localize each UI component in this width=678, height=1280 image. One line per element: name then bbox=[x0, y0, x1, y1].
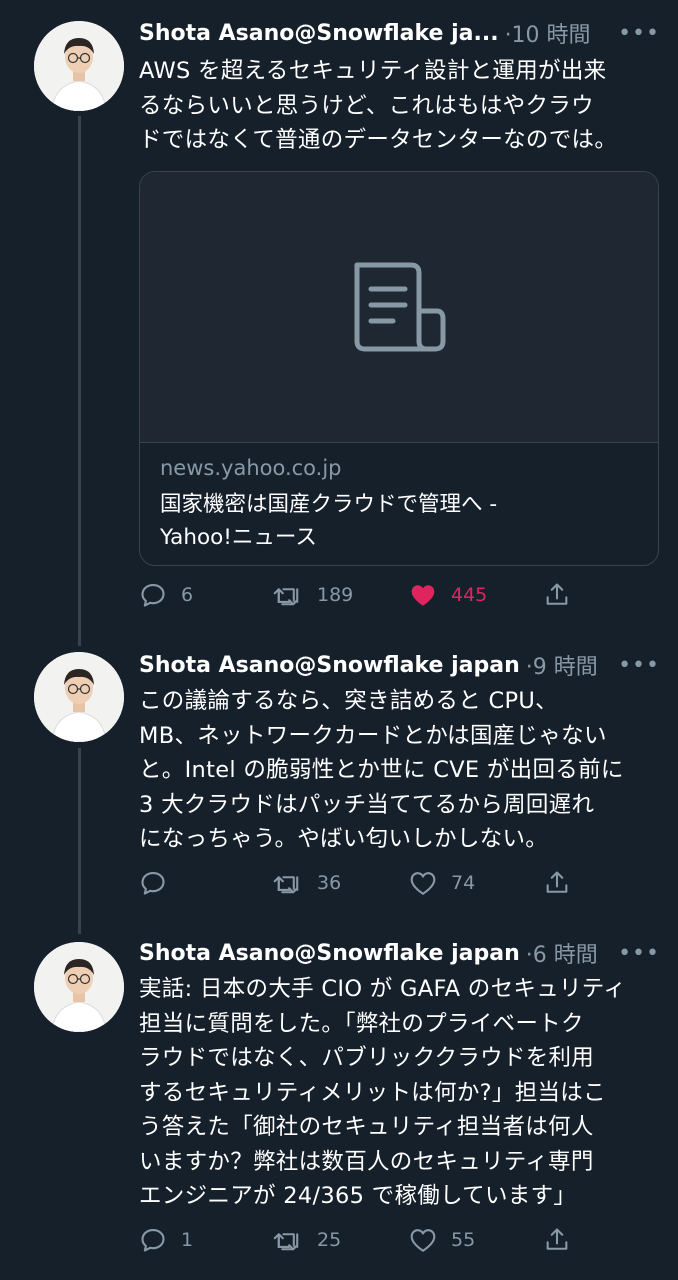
reply-count: 6 bbox=[181, 584, 194, 606]
share-icon bbox=[546, 871, 568, 893]
like-count: 445 bbox=[451, 584, 488, 606]
card-media bbox=[140, 172, 658, 443]
tweet-text-line: エンジニアが 24/365 で稼働しています」 bbox=[139, 1183, 577, 1209]
tweet-text-line: MB、ネットワークカードとかは国産じゃない bbox=[139, 722, 607, 749]
card-domain: news.yahoo.co.jp bbox=[160, 456, 342, 480]
author-name[interactable]: Shota Asano@Snowflake japan bbox=[139, 653, 520, 678]
retweet-button[interactable]: 189 bbox=[273, 578, 353, 612]
retweet-button[interactable]: 36 bbox=[273, 866, 341, 900]
like-count: 74 bbox=[451, 872, 476, 894]
like-count: 55 bbox=[451, 1229, 476, 1251]
reply-button[interactable] bbox=[139, 866, 181, 900]
tweet-text-line: 3 大クラウドはパッチ当ててるから周回遅れ bbox=[139, 791, 595, 818]
retweet-icon bbox=[273, 588, 299, 606]
share-button[interactable] bbox=[543, 1223, 571, 1257]
tweet-text-line: ドではなくて普通のデータセンターなのでは。 bbox=[139, 127, 618, 153]
tweet[interactable]: Shota Asano@Snowflake japan ·9 時間 ••• この… bbox=[0, 640, 678, 930]
tweet-actions: 1 25 55 bbox=[139, 1223, 599, 1257]
tweet-text-line: るならいいと思うけど、これはもはやクラウ bbox=[139, 92, 594, 119]
more-options-icon[interactable]: ••• bbox=[604, 653, 660, 678]
author-name[interactable]: Shota Asano@Snowflake japan bbox=[139, 941, 520, 966]
retweet-icon bbox=[273, 876, 299, 894]
tweet-actions: 6 189 445 bbox=[139, 578, 599, 612]
tweet-text-line: いますか？弊社は数百人のセキュリティ専門 bbox=[139, 1148, 594, 1175]
more-options-icon[interactable]: ••• bbox=[604, 21, 660, 46]
tweet[interactable]: Shota Asano@Snowflake japan ·6 時間 ••• 実話… bbox=[0, 930, 678, 1280]
reply-icon bbox=[141, 1229, 165, 1252]
tweet-text-line: するセキュリティメリットは何か?」担当はこ bbox=[139, 1079, 606, 1106]
heart-icon bbox=[411, 585, 435, 606]
reply-icon bbox=[141, 872, 165, 895]
tweet-text: この議論するなら、突き詰めると CPU、 MB、ネットワークカードとかは国産じゃ… bbox=[139, 684, 659, 857]
card-title: 国家機密は国産クラウドで管理へ - Yahoo!ニュース bbox=[160, 488, 497, 554]
tweet-text-line: AWS を超えるセキュリティ設計と運用が出来 bbox=[139, 58, 607, 84]
share-button[interactable] bbox=[543, 578, 571, 612]
tweet-text: AWS を超えるセキュリティ設計と運用が出来 るならいいと思うけど、これはもはや… bbox=[139, 54, 659, 158]
more-options-icon[interactable]: ••• bbox=[604, 941, 660, 966]
share-icon bbox=[546, 583, 568, 605]
timestamp[interactable]: ·9 時間 bbox=[526, 649, 598, 681]
tweet-text-line: 担当に質問をした。「弊社のプライベートク bbox=[139, 1010, 584, 1037]
share-button[interactable] bbox=[543, 866, 571, 900]
like-button[interactable]: 445 bbox=[409, 578, 487, 612]
tweet-text-line: 実話: 日本の大手 CIO が GAFA のセキュリティ bbox=[139, 976, 627, 1002]
retweet-icon bbox=[273, 1233, 299, 1251]
avatar[interactable] bbox=[34, 652, 124, 742]
share-icon bbox=[546, 1228, 568, 1250]
avatar[interactable] bbox=[34, 942, 124, 1032]
tweet-text-line: と。Intel の脆弱性とか世に CVE が出回る前に bbox=[139, 757, 624, 783]
reply-icon bbox=[141, 584, 165, 607]
card-title-line: 国家機密は国産クラウドで管理へ - bbox=[160, 492, 498, 517]
tweet-text-line: う答えた「御社のセキュリティ担当者は何人 bbox=[139, 1114, 594, 1140]
tweet-actions: 36 74 bbox=[139, 866, 599, 900]
heart-icon bbox=[410, 1229, 436, 1252]
retweet-count: 189 bbox=[317, 584, 354, 606]
heart-icon bbox=[410, 872, 436, 895]
card-title-line: Yahoo!ニュース bbox=[160, 525, 317, 550]
timestamp[interactable]: ·6 時間 bbox=[526, 937, 598, 969]
like-button[interactable]: 74 bbox=[409, 866, 475, 900]
retweet-count: 25 bbox=[317, 1229, 342, 1251]
reply-count: 1 bbox=[181, 1229, 194, 1251]
avatar[interactable] bbox=[34, 21, 124, 111]
article-icon bbox=[354, 262, 446, 352]
tweet[interactable]: Shota Asano@Snowflake ja... ·10 時間 ••• A… bbox=[0, 0, 678, 640]
retweet-button[interactable]: 25 bbox=[273, 1223, 341, 1257]
link-card[interactable]: news.yahoo.co.jp 国家機密は国産クラウドで管理へ - Yahoo… bbox=[139, 171, 659, 566]
timestamp[interactable]: ·10 時間 bbox=[505, 17, 591, 49]
reply-button[interactable]: 1 bbox=[139, 1223, 193, 1257]
tweet-text: 実話: 日本の大手 CIO が GAFA のセキュリティ 担当に質問をした。「弊… bbox=[139, 972, 659, 1214]
retweet-count: 36 bbox=[317, 872, 342, 894]
reply-button[interactable]: 6 bbox=[139, 578, 193, 612]
like-button[interactable]: 55 bbox=[409, 1223, 475, 1257]
author-name[interactable]: Shota Asano@Snowflake ja... bbox=[139, 21, 499, 46]
tweet-text-line: この議論するなら、突き詰めると CPU、 bbox=[139, 688, 558, 714]
tweet-text-line: ラウドではなく、パブリッククラウドを利用 bbox=[139, 1045, 595, 1071]
tweet-text-line: になっちゃう。やばい匂いしかしない。 bbox=[139, 826, 549, 852]
